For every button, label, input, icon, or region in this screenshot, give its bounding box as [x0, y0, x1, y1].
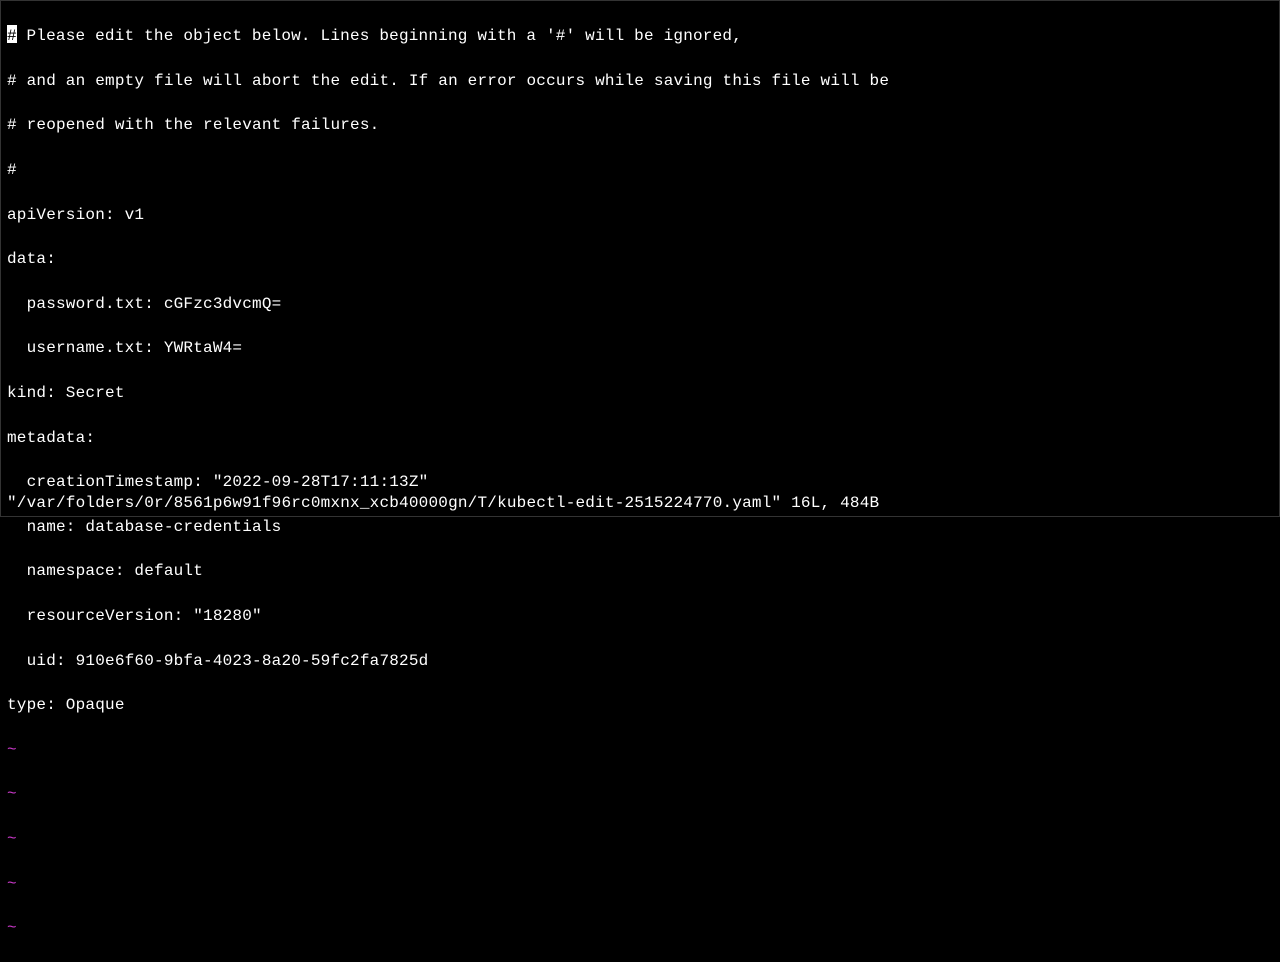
comment-line: # and an empty file will abort the edit.…: [7, 70, 1273, 92]
yaml-metadata: metadata:: [7, 427, 1273, 449]
comment-line: # Please edit the object below. Lines be…: [7, 25, 1273, 47]
comment-line: #: [7, 159, 1273, 181]
cursor: #: [7, 25, 17, 43]
comment-text: Please edit the object below. Lines begi…: [17, 27, 742, 45]
yaml-namespace: namespace: default: [7, 560, 1273, 582]
vim-tilde: ~: [7, 739, 1273, 761]
vim-tilde: ~: [7, 917, 1273, 939]
vim-tilde: ~: [7, 828, 1273, 850]
yaml-creationtimestamp: creationTimestamp: "2022-09-28T17:11:13Z…: [7, 471, 1273, 493]
yaml-type: type: Opaque: [7, 694, 1273, 716]
yaml-apiversion: apiVersion: v1: [7, 204, 1273, 226]
editor-content[interactable]: # Please edit the object below. Lines be…: [7, 3, 1273, 962]
yaml-data: data:: [7, 248, 1273, 270]
yaml-uid: uid: 910e6f60-9bfa-4023-8a20-59fc2fa7825…: [7, 650, 1273, 672]
yaml-password: password.txt: cGFzc3dvcmQ=: [7, 293, 1273, 315]
yaml-username: username.txt: YWRtaW4=: [7, 337, 1273, 359]
vim-status-bar: "/var/folders/0r/8561p6w91f96rc0mxnx_xcb…: [7, 492, 1273, 514]
vim-tilde: ~: [7, 783, 1273, 805]
yaml-resourceversion: resourceVersion: "18280": [7, 605, 1273, 627]
comment-line: # reopened with the relevant failures.: [7, 114, 1273, 136]
yaml-kind: kind: Secret: [7, 382, 1273, 404]
vim-tilde: ~: [7, 873, 1273, 895]
yaml-name: name: database-credentials: [7, 516, 1273, 538]
